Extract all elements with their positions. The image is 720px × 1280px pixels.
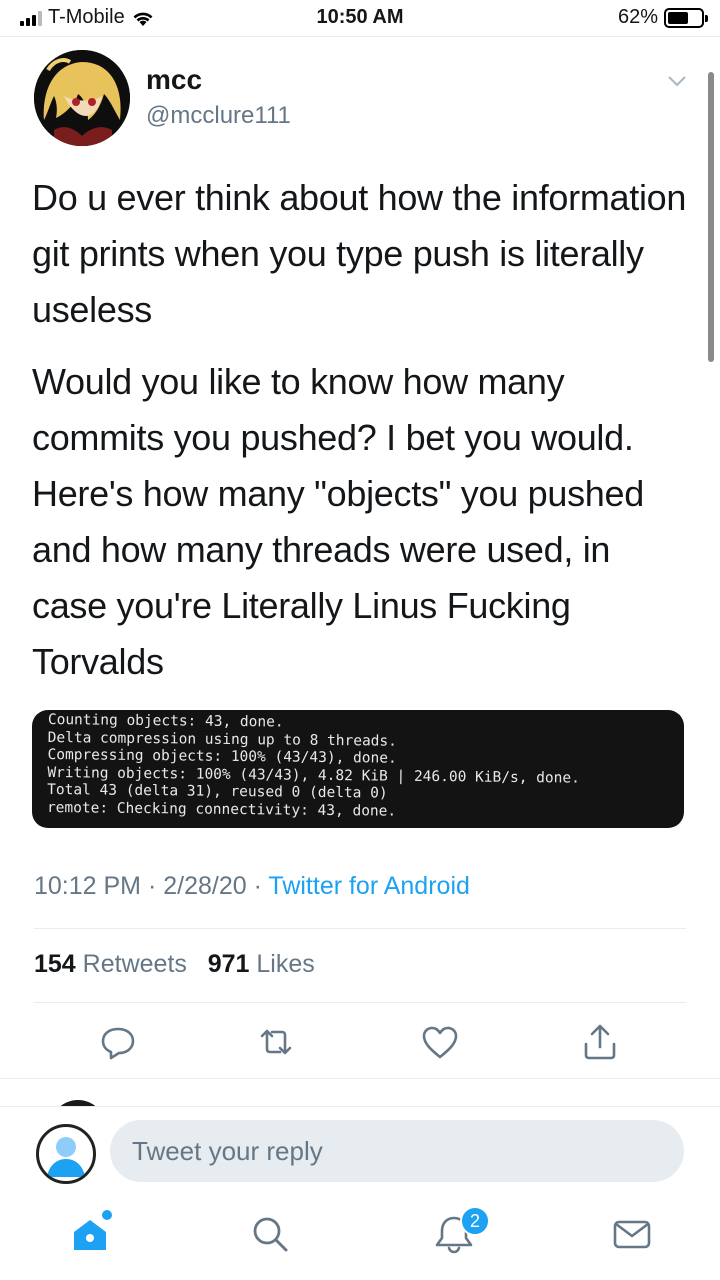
battery-icon <box>664 7 708 28</box>
retweet-button[interactable] <box>256 1022 296 1062</box>
tab-search[interactable] <box>248 1212 292 1256</box>
meta-separator: · <box>141 872 164 900</box>
chevron-down-icon[interactable] <box>666 70 688 92</box>
tweet-media-image[interactable]: Counting objects: 43, done. Delta compres… <box>32 710 684 828</box>
tweet-time: 10:12 PM <box>34 872 142 900</box>
reply-icon <box>101 1027 135 1060</box>
status-right: 62% <box>617 6 708 29</box>
tweet-date: 2/28/20 <box>163 872 247 900</box>
retweet-count: 154 <box>34 950 76 978</box>
default-user-icon <box>47 1137 85 1177</box>
meta-separator: · <box>246 872 269 900</box>
reply-button[interactable] <box>98 1022 138 1062</box>
battery-percent: 62% <box>617 6 658 28</box>
scrollbar[interactable] <box>708 72 714 362</box>
tweet-text: Do u ever think about how the informatio… <box>32 170 692 706</box>
terminal-output: Counting objects: 43, done. Delta compres… <box>47 712 581 823</box>
tweet-source-link[interactable]: Twitter for Android <box>268 872 469 900</box>
divider <box>34 1002 686 1003</box>
author-handle[interactable]: @mcclure111 <box>146 102 291 130</box>
battery-fill <box>668 11 688 24</box>
top-divider <box>0 36 720 37</box>
messages-icon <box>613 1220 651 1249</box>
tweet-stats: 154 Retweets 971 Likes <box>34 950 315 979</box>
author-avatar[interactable] <box>34 50 130 146</box>
like-count: 971 <box>207 950 250 978</box>
divider <box>0 1078 720 1079</box>
likes-stat[interactable]: 971 Likes <box>208 950 315 978</box>
status-bar: T-Mobile 10:50 AM 62% <box>0 0 720 36</box>
tweet-paragraph: Do u ever think about how the informatio… <box>32 177 687 330</box>
share-icon <box>584 1024 616 1060</box>
divider <box>34 928 686 929</box>
tweet-paragraph: Would you like to know how many commits … <box>32 361 644 682</box>
reply-input[interactable]: Tweet your reply <box>110 1120 684 1182</box>
retweets-stat[interactable]: 154 Retweets <box>34 950 187 978</box>
home-unread-dot <box>102 1210 112 1220</box>
reply-placeholder: Tweet your reply <box>132 1135 323 1166</box>
status-time: 10:50 AM <box>316 6 404 28</box>
retweet-icon <box>260 1029 292 1055</box>
share-button[interactable] <box>580 1022 620 1062</box>
tweet-meta: 10:12 PM · 2/28/20 · Twitter for Android <box>34 872 470 901</box>
retweet-label: Retweets <box>82 950 187 978</box>
author-display-name[interactable]: mcc <box>146 64 202 96</box>
like-label: Likes <box>256 950 315 978</box>
next-reply-peek[interactable] <box>0 1084 720 1106</box>
like-button[interactable] <box>420 1022 460 1062</box>
search-icon <box>253 1217 288 1252</box>
tab-messages[interactable] <box>610 1212 654 1256</box>
avatar-illustration <box>34 50 130 146</box>
notifications-badge: 2 <box>460 1206 490 1236</box>
user-avatar[interactable] <box>36 1124 96 1184</box>
like-icon <box>422 1026 458 1059</box>
